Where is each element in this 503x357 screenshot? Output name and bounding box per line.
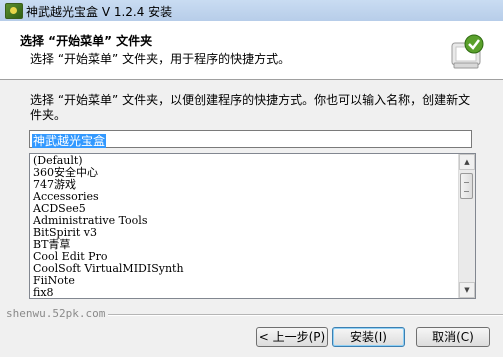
- instruction-text: 选择 “开始菜单” 文件夹，以便创建程序的快捷方式。你也可以输入名称，创建新文件…: [30, 93, 471, 122]
- header-subtitle: 选择 “开始菜单” 文件夹，用于程序的快捷方式。: [30, 52, 291, 66]
- list-item[interactable]: Accessories: [33, 191, 453, 203]
- footer-divider: [108, 314, 503, 316]
- folder-input-value: 神武越光宝盒: [32, 134, 107, 148]
- title-bar[interactable]: 神武越光宝盒 V 1.2.4 安装: [0, 0, 503, 22]
- scroll-thumb[interactable]: [460, 173, 473, 199]
- window-title: 神武越光宝盒 V 1.2.4 安装: [26, 5, 173, 19]
- start-menu-folder-input[interactable]: 神武越光宝盒: [29, 130, 472, 148]
- scroll-up-icon[interactable]: ▲: [459, 154, 475, 170]
- app-icon: [5, 3, 23, 19]
- start-menu-folder-list[interactable]: (Default) 360安全中心 747游戏 Accessories ACDS…: [29, 153, 476, 299]
- install-button[interactable]: 安装(I): [332, 327, 405, 347]
- list-item[interactable]: FiiNote: [33, 275, 453, 287]
- wizard-header: 选择 “开始菜单” 文件夹 选择 “开始菜单” 文件夹，用于程序的快捷方式。: [0, 21, 503, 80]
- scroll-down-icon[interactable]: ▼: [459, 282, 475, 298]
- cancel-button[interactable]: 取消(C): [416, 327, 490, 347]
- list-item[interactable]: 360安全中心: [33, 167, 453, 179]
- list-item[interactable]: BitSpirit v3: [33, 227, 453, 239]
- back-button[interactable]: < 上一步(P): [256, 327, 328, 347]
- list-item[interactable]: CoolSoft VirtualMIDISynth: [33, 263, 453, 275]
- installer-logo-icon: [451, 34, 484, 69]
- branding-text: shenwu.52pk.com: [6, 307, 106, 320]
- list-item[interactable]: fix8: [33, 287, 453, 299]
- list-scrollbar[interactable]: ▲ ▼: [458, 154, 475, 298]
- header-title: 选择 “开始菜单” 文件夹: [20, 34, 153, 48]
